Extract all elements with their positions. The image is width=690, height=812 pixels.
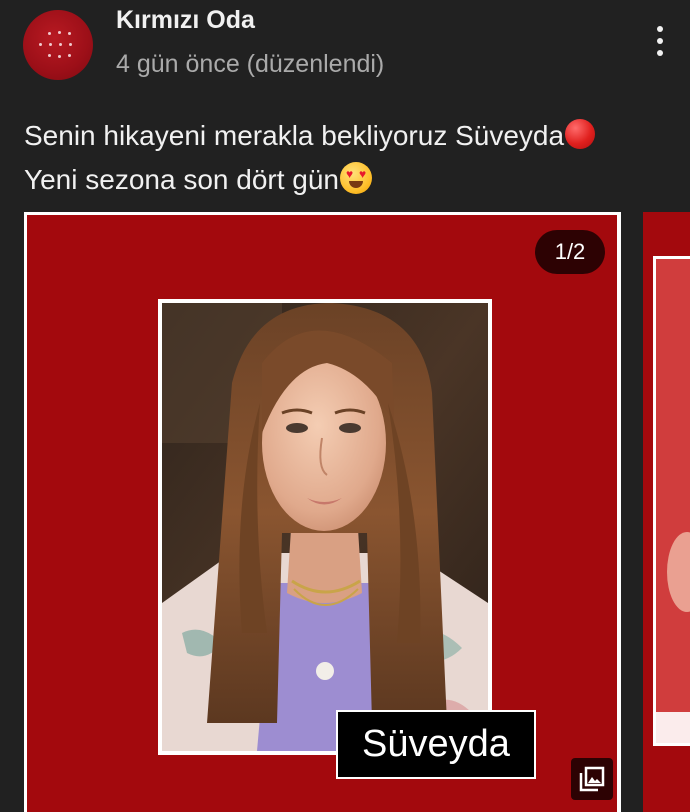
gallery-icon[interactable]	[571, 758, 613, 800]
caption-box: Süveyda	[336, 710, 536, 779]
heart-eyes-emoji: ♥ ♥	[340, 162, 372, 194]
photo-frame	[158, 299, 492, 755]
slide-counter: 1/2	[535, 230, 605, 274]
community-post: Kırmızı Oda 4 gün önce (düzenlendi) Seni…	[0, 0, 690, 812]
slide-background: Süveyda 1/2	[27, 215, 617, 812]
post-timestamp: 4 gün önce (düzenlendi)	[116, 50, 385, 78]
red-circle-emoji	[565, 119, 596, 149]
more-vertical-icon[interactable]	[640, 18, 680, 64]
channel-name[interactable]: Kırmızı Oda	[116, 6, 255, 35]
post-text-line-1: Senin hikayeni merakla bekliyoruz Süveyd…	[24, 120, 565, 151]
channel-avatar[interactable]	[23, 10, 93, 80]
portrait-photo	[162, 303, 488, 751]
caption-text: Süveyda	[362, 723, 510, 765]
post-text-line-2: Yeni sezona son dört gün	[24, 164, 339, 195]
next-carousel-slide[interactable]	[643, 212, 690, 812]
post-text: Senin hikayeni merakla bekliyoruz Süveyd…	[24, 114, 664, 202]
carousel-slide[interactable]: Süveyda 1/2	[24, 212, 621, 812]
